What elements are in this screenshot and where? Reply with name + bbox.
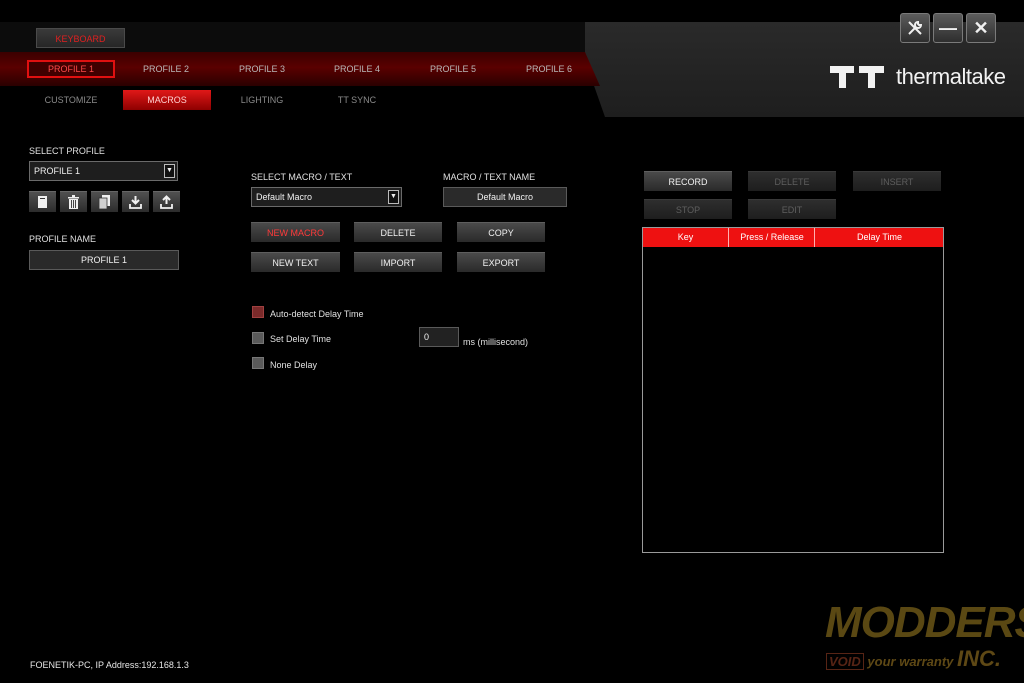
new-profile-icon	[38, 196, 47, 208]
new-profile-button[interactable]	[29, 191, 56, 212]
set-delay-label: Set Delay Time	[270, 334, 332, 344]
tab-tt-sync[interactable]: TT SYNC	[313, 90, 401, 110]
tab-profile-2[interactable]: PROFILE 2	[122, 60, 210, 78]
macro-name-field[interactable]: Default Macro	[443, 187, 567, 207]
table-header: Key Press / Release Delay Time	[643, 228, 943, 247]
import-download-icon	[129, 196, 142, 209]
export-macro-button[interactable]: EXPORT	[457, 252, 545, 272]
insert-button[interactable]: INSERT	[853, 171, 941, 191]
new-macro-button[interactable]: NEW MACRO	[251, 222, 340, 242]
status-text: FOENETIK-PC, IP Address:192.168.1.3	[30, 660, 189, 670]
auto-detect-delay-label: Auto-detect Delay Time	[270, 309, 364, 319]
watermark-suffix: INC.	[957, 646, 1002, 671]
tab-profile-4[interactable]: PROFILE 4	[313, 60, 401, 78]
stop-button[interactable]: STOP	[644, 199, 732, 219]
delay-unit-label: ms (millisecond)	[463, 337, 529, 347]
watermark-tag-void: VOID	[826, 653, 864, 670]
column-press-release: Press / Release	[728, 228, 815, 247]
watermark-subtitle: VOID your warranty INC.	[826, 646, 1001, 672]
trash-icon	[68, 195, 79, 209]
record-delete-button[interactable]: DELETE	[748, 171, 836, 191]
delete-profile-button[interactable]	[60, 191, 87, 212]
tab-customize[interactable]: CUSTOMIZE	[27, 90, 115, 110]
column-key: Key	[677, 232, 694, 242]
brand-name: thermaltake	[896, 64, 1006, 89]
select-profile-label: SELECT PROFILE	[29, 146, 105, 156]
edit-button[interactable]: EDIT	[748, 199, 836, 219]
select-macro-label: SELECT MACRO / TEXT	[251, 172, 353, 182]
none-delay-label: None Delay	[270, 360, 318, 370]
export-upload-icon	[160, 195, 173, 209]
watermark-tag-warranty: your warranty	[867, 654, 954, 669]
none-delay-checkbox[interactable]	[252, 357, 264, 369]
macro-select-value: Default Macro	[256, 192, 313, 202]
import-macro-button[interactable]: IMPORT	[354, 252, 442, 272]
close-button[interactable]: ✕	[966, 13, 996, 43]
title-bar	[0, 0, 1024, 22]
delete-macro-button[interactable]: DELETE	[354, 222, 442, 242]
close-icon: ✕	[973, 18, 989, 38]
watermark-logo: MODDERS VOID your warranty INC.	[820, 598, 1024, 673]
watermark-title: MODDERS	[825, 598, 1024, 647]
brand-logo: thermaltake	[828, 64, 1006, 94]
tab-profile-1[interactable]: PROFILE 1	[27, 60, 115, 78]
minimize-button[interactable]: —	[933, 13, 963, 43]
settings-button[interactable]	[900, 13, 930, 43]
tab-profile-6[interactable]: PROFILE 6	[505, 60, 593, 78]
tab-lighting[interactable]: LIGHTING	[218, 90, 306, 110]
export-profile-button[interactable]	[153, 191, 180, 212]
set-delay-checkbox[interactable]	[252, 332, 264, 344]
profile-select[interactable]: PROFILE 1 ▼	[29, 161, 178, 181]
copy-profile-icon	[98, 195, 110, 209]
delay-time-input[interactable]: 0	[419, 327, 459, 347]
copy-macro-button[interactable]: COPY	[457, 222, 545, 242]
copy-profile-button[interactable]	[91, 191, 118, 212]
tab-profile-3[interactable]: PROFILE 3	[218, 60, 306, 78]
keyboard-tab[interactable]: KEYBOARD	[36, 28, 125, 48]
minimize-icon: —	[939, 18, 957, 38]
column-delay-time: Delay Time	[814, 228, 944, 247]
settings-icon	[908, 20, 923, 35]
tt-logo-icon	[830, 66, 884, 88]
tab-profile-5[interactable]: PROFILE 5	[409, 60, 497, 78]
auto-detect-delay-checkbox[interactable]	[252, 306, 264, 318]
tab-macros[interactable]: MACROS	[123, 90, 211, 110]
macro-events-table[interactable]: Key Press / Release Delay Time	[642, 227, 944, 553]
record-button[interactable]: RECORD	[644, 171, 732, 191]
macro-name-label: MACRO / TEXT NAME	[443, 172, 536, 182]
profile-name-label: PROFILE NAME	[29, 234, 97, 244]
chevron-down-icon: ▼	[388, 190, 399, 204]
import-profile-button[interactable]	[122, 191, 149, 212]
chevron-down-icon: ▼	[164, 164, 175, 178]
macro-select[interactable]: Default Macro ▼	[251, 187, 402, 207]
new-text-button[interactable]: NEW TEXT	[251, 252, 340, 272]
profile-select-value: PROFILE 1	[34, 166, 81, 176]
profile-name-field[interactable]: PROFILE 1	[29, 250, 179, 270]
